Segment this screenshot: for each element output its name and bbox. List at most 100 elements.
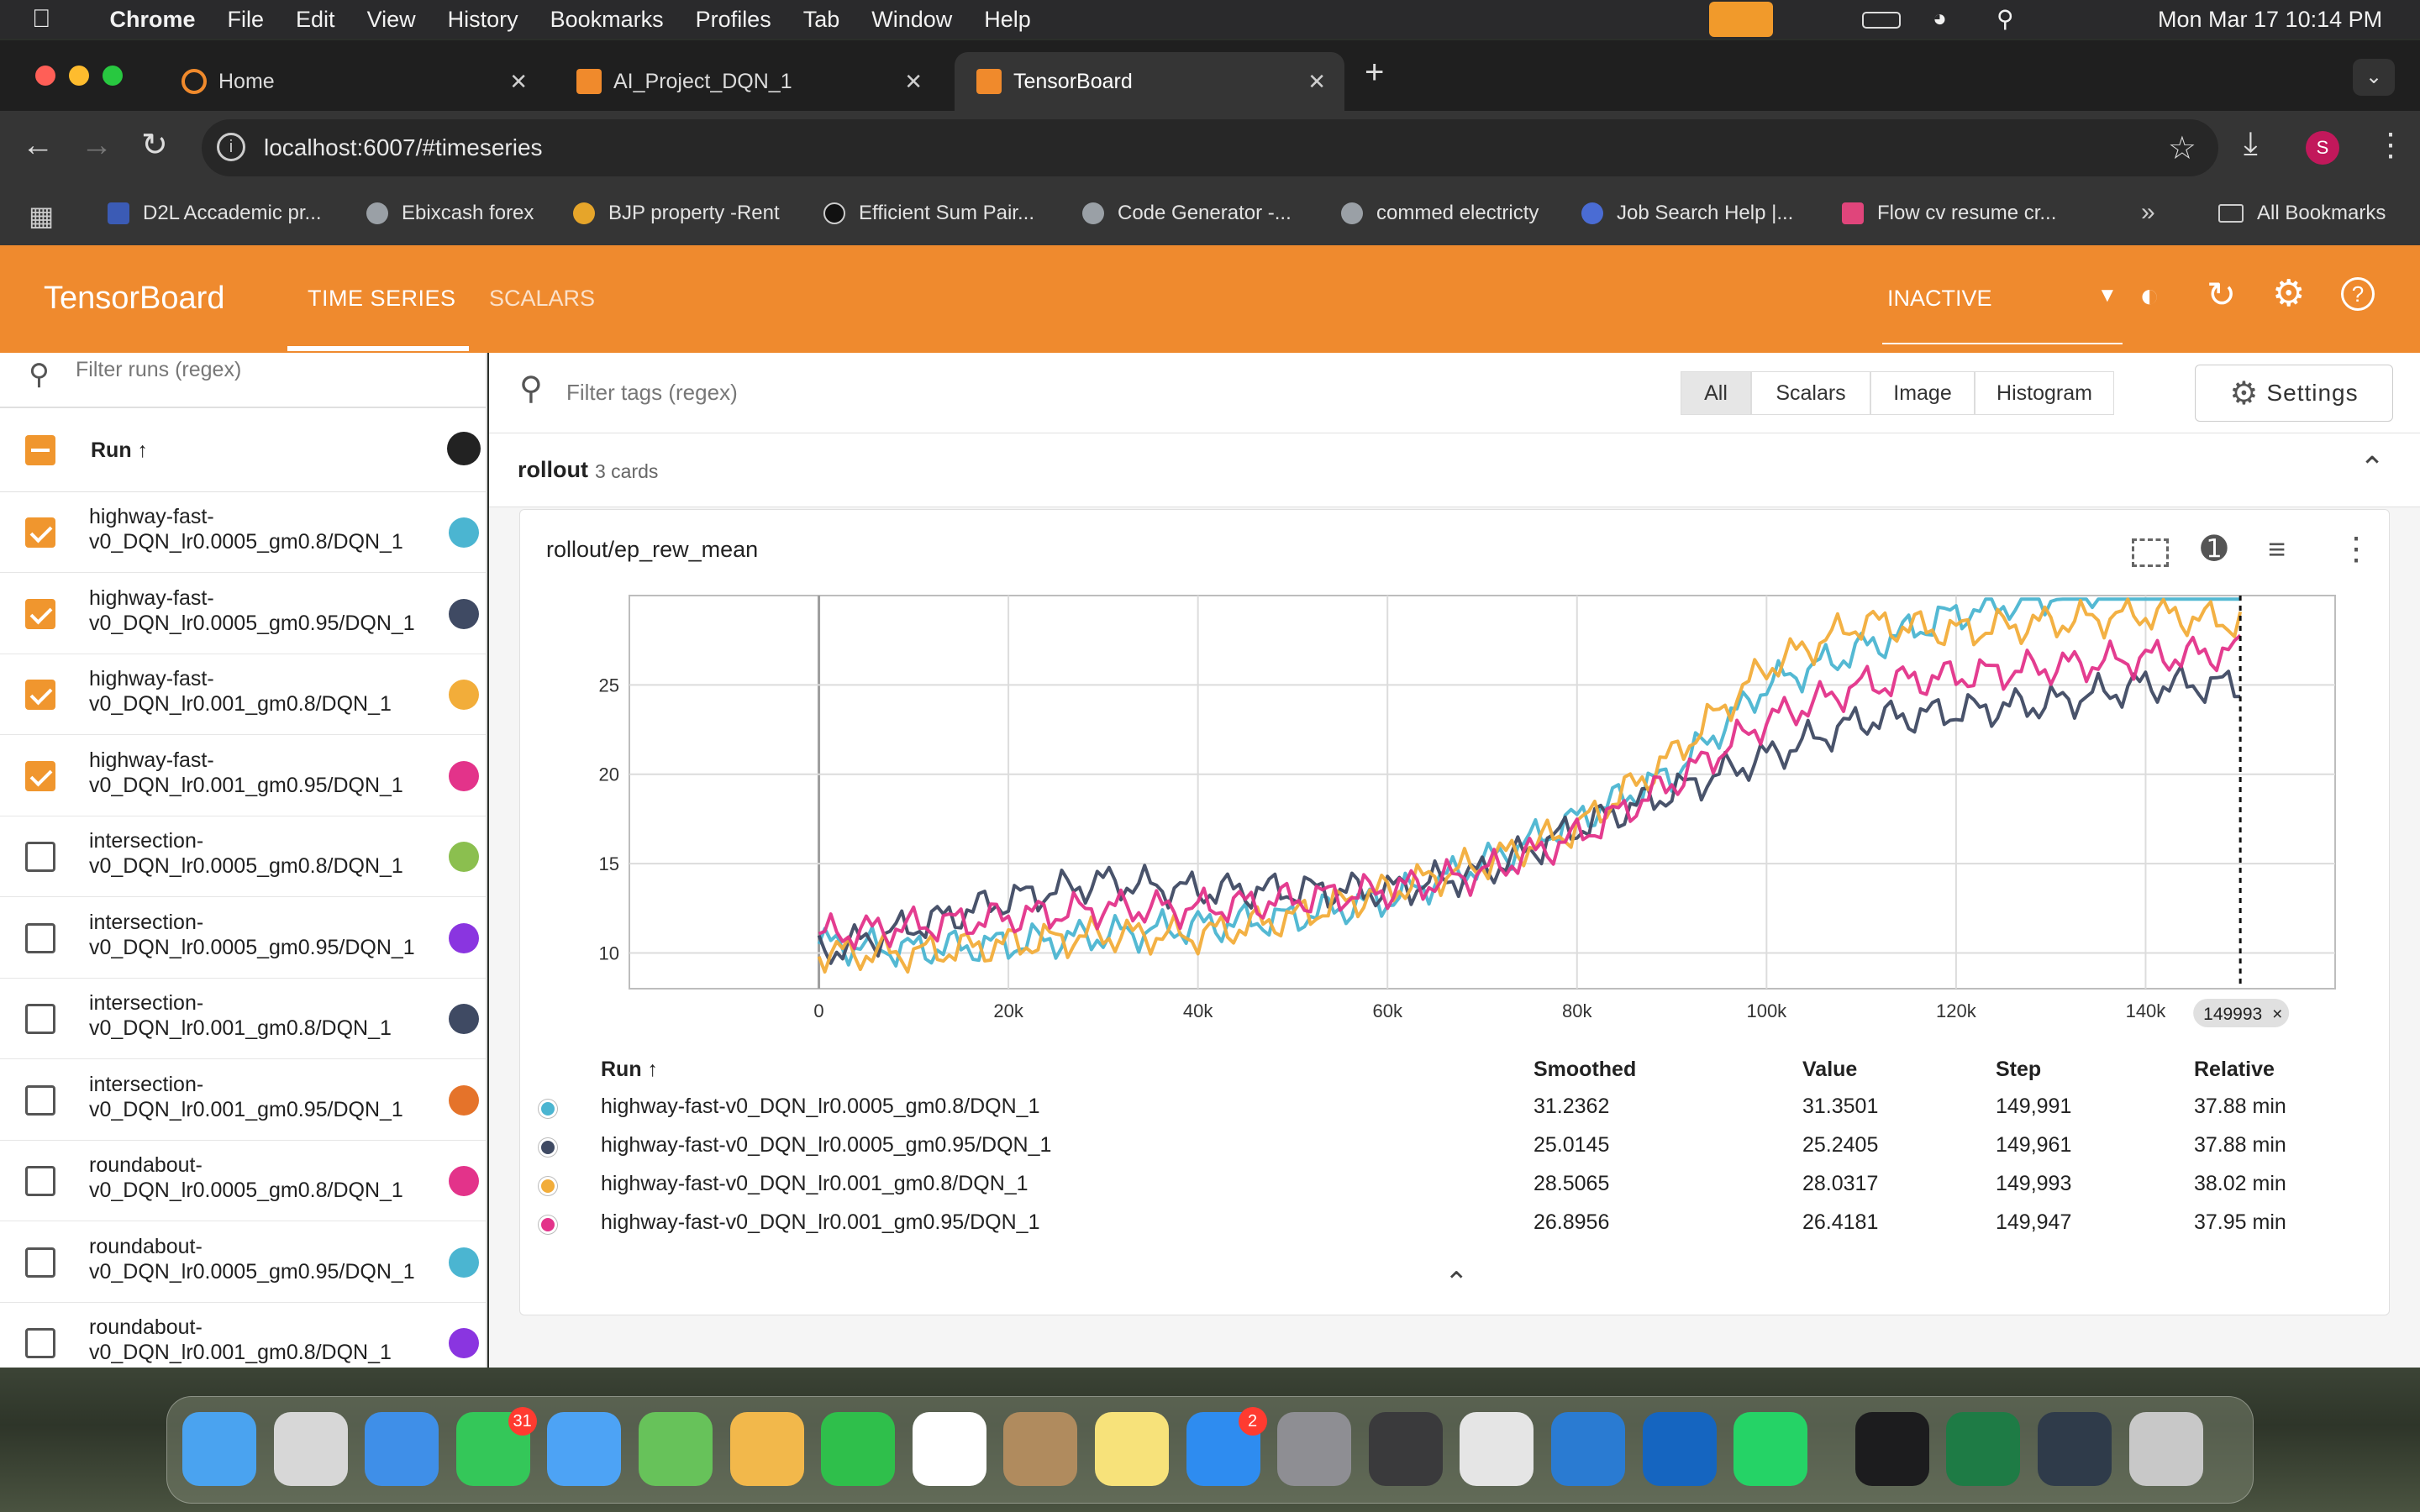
menu-help[interactable]: Help: [984, 7, 1031, 33]
run-column-header[interactable]: Run ↑: [91, 438, 148, 463]
tab-search-icon[interactable]: ⌄: [2353, 59, 2395, 96]
more-bookmarks-icon[interactable]: »: [2141, 198, 2155, 227]
terminal-icon[interactable]: [1854, 1412, 1929, 1486]
run-color-swatch[interactable]: [449, 760, 479, 791]
run-color-swatch[interactable]: [449, 1166, 479, 1196]
settings-button[interactable]: ⚙ Settings: [2195, 365, 2393, 422]
zoom-window-button[interactable]: [103, 66, 123, 86]
tab-time-series[interactable]: TIME SERIES: [308, 286, 456, 312]
card-group-header[interactable]: rollout 3 cards ⌃: [489, 433, 2420, 507]
run-checkbox[interactable]: [25, 1166, 55, 1196]
legend-header-1[interactable]: Smoothed: [1534, 1058, 1636, 1082]
run-checkbox[interactable]: [25, 760, 55, 791]
menu-app-name[interactable]: Chrome: [110, 7, 196, 33]
run-color-swatch[interactable]: [449, 598, 479, 629]
new-tab-icon[interactable]: +: [1365, 54, 1384, 92]
finder-icon[interactable]: [182, 1412, 256, 1486]
menu-history[interactable]: History: [448, 7, 518, 33]
run-row[interactable]: highway-fast-v0_DQN_lr0.001_gm0.8/DQN_1: [0, 654, 486, 735]
run-color-swatch[interactable]: [449, 1004, 479, 1034]
run-row[interactable]: highway-fast-v0_DQN_lr0.0005_gm0.95/DQN_…: [0, 574, 486, 654]
photos-icon[interactable]: [729, 1412, 804, 1486]
plugin-select-status[interactable]: INACTIVE: [1887, 286, 1992, 312]
outlook-icon[interactable]: [1642, 1412, 1717, 1486]
quicktime-icon[interactable]: [2038, 1412, 2112, 1486]
vscode-icon[interactable]: [1551, 1412, 1625, 1486]
run-color-swatch[interactable]: [449, 1328, 479, 1358]
bookmark-star-icon[interactable]: ☆: [2168, 129, 2196, 167]
run-row[interactable]: roundabout-v0_DQN_lr0.001_gm0.8/DQN_1: [0, 1303, 486, 1368]
fit-domain-icon[interactable]: ≡: [2268, 532, 2286, 567]
tensorboard-brand[interactable]: TensorBoard: [44, 281, 224, 317]
wifi-icon[interactable]: ◕: [1933, 5, 1947, 32]
messages-icon[interactable]: 31: [455, 1407, 537, 1486]
chrome-icon[interactable]: [1460, 1412, 1534, 1486]
bookmark-item[interactable]: Code Generator -...: [1082, 202, 1292, 225]
app-store-icon[interactable]: 2: [1186, 1407, 1267, 1486]
run-color-swatch[interactable]: [449, 922, 479, 953]
system-settings-icon[interactable]: [1277, 1412, 1352, 1486]
search-icon[interactable]: ⚲: [1996, 5, 2014, 33]
bookmark-item[interactable]: BJP property -Rent: [573, 202, 780, 225]
card-menu-icon[interactable]: ⋮: [2340, 530, 2372, 568]
filter-runs-input[interactable]: Filter runs (regex): [76, 358, 241, 382]
collapse-group-icon[interactable]: ⌃: [2360, 450, 2385, 486]
legend-header-2[interactable]: Value: [1802, 1058, 1857, 1082]
battery-icon[interactable]: [1862, 12, 1901, 29]
trash-icon[interactable]: [2128, 1412, 2203, 1486]
run-row[interactable]: intersection-v0_DQN_lr0.0005_gm0.8/DQN_1: [0, 816, 486, 897]
microphone-icon[interactable]: [1709, 2, 1773, 37]
chip-all[interactable]: All: [1681, 371, 1751, 415]
chip-image[interactable]: Image: [1870, 371, 1975, 415]
whatsapp-icon[interactable]: [1733, 1412, 1808, 1486]
address-bar[interactable]: i localhost:6007/#timeseries ☆: [202, 119, 2218, 176]
notes-icon[interactable]: [1095, 1412, 1169, 1486]
run-checkbox[interactable]: [25, 598, 55, 629]
site-info-icon[interactable]: i: [217, 133, 245, 161]
run-checkbox[interactable]: [25, 1004, 55, 1034]
run-color-swatch[interactable]: [449, 680, 479, 710]
run-row[interactable]: intersection-v0_DQN_lr0.001_gm0.8/DQN_1: [0, 979, 486, 1059]
menu-profiles[interactable]: Profiles: [696, 7, 771, 33]
run-row[interactable]: intersection-v0_DQN_lr0.001_gm0.95/DQN_1: [0, 1060, 486, 1141]
tab-tensorboard[interactable]: TensorBoard ✕: [955, 52, 1344, 111]
bookmark-item[interactable]: Ebixcash forex: [366, 202, 534, 225]
forward-icon[interactable]: →: [81, 128, 113, 164]
apple-icon[interactable]: : [32, 5, 51, 34]
palette-icon[interactable]: [447, 432, 481, 465]
bookmark-item[interactable]: D2L Accademic pr...: [108, 202, 322, 225]
chip-histogram[interactable]: Histogram: [1975, 371, 2114, 415]
back-icon[interactable]: ←: [22, 128, 54, 164]
run-row[interactable]: roundabout-v0_DQN_lr0.0005_gm0.8/DQN_1: [0, 1141, 486, 1221]
bookmark-item[interactable]: Job Search Help |...: [1581, 202, 1793, 225]
profile-avatar[interactable]: S: [2306, 131, 2339, 165]
close-tab-icon[interactable]: ✕: [904, 69, 923, 95]
fullscreen-icon[interactable]: [2132, 538, 2169, 567]
apps-grid-icon[interactable]: ▦: [29, 200, 54, 232]
run-checkbox[interactable]: [25, 1084, 55, 1116]
run-row[interactable]: intersection-v0_DQN_lr0.0005_gm0.95/DQN_…: [0, 898, 486, 979]
download-icon[interactable]: ⤓: [2244, 126, 2258, 162]
pin-icon[interactable]: ➊: [2201, 530, 2228, 568]
run-row[interactable]: highway-fast-v0_DQN_lr0.0005_gm0.8/DQN_1: [0, 492, 486, 573]
tab-home[interactable]: Home ✕: [160, 52, 546, 111]
chrome-menu-icon[interactable]: ⋮: [2375, 126, 2407, 164]
expand-legend-icon[interactable]: ⌃: [1444, 1266, 1469, 1299]
menu-file[interactable]: File: [228, 7, 265, 33]
close-window-button[interactable]: [35, 66, 55, 86]
close-tab-icon[interactable]: ✕: [509, 69, 528, 95]
bookmark-item[interactable]: commed electricty: [1341, 202, 1539, 225]
excel-icon[interactable]: [1946, 1412, 2021, 1486]
tab-scalars[interactable]: SCALARS: [489, 286, 595, 312]
run-row[interactable]: roundabout-v0_DQN_lr0.0005_gm0.95/DQN_1: [0, 1222, 486, 1303]
menu-bookmarks[interactable]: Bookmarks: [550, 7, 664, 33]
tab-ai-project[interactable]: AI_Project_DQN_1 ✕: [555, 52, 941, 111]
help-icon[interactable]: ?: [2341, 277, 2375, 311]
reload-icon[interactable]: ↻: [141, 126, 168, 164]
menubar-clock[interactable]: Mon Mar 17 10:14 PM: [2158, 7, 2382, 33]
settings-gear-icon[interactable]: ⚙: [2272, 272, 2305, 315]
menu-window[interactable]: Window: [871, 7, 952, 33]
iphone-mirroring-icon[interactable]: [1368, 1412, 1443, 1486]
bookmark-item[interactable]: Flow cv resume cr...: [1842, 202, 2056, 225]
reload-data-icon[interactable]: ↻: [2207, 274, 2236, 315]
